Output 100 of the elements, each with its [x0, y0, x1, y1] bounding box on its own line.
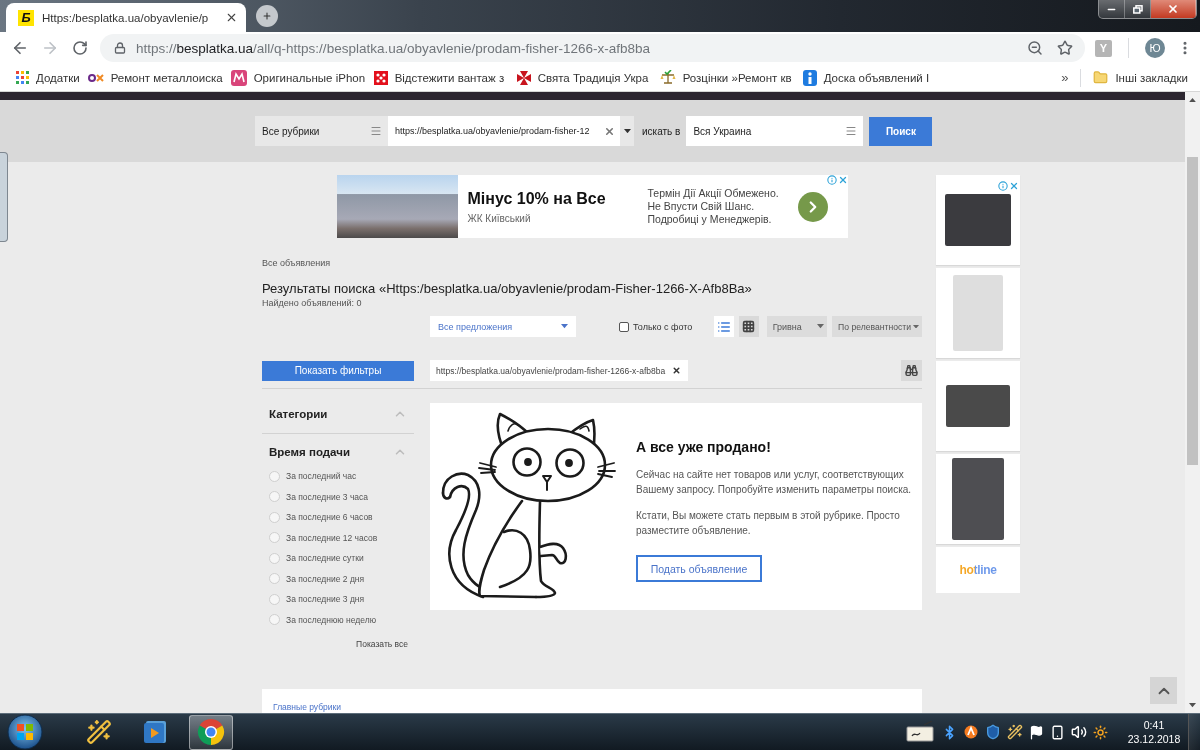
bookmark-star-icon — [1057, 40, 1073, 56]
tab-title: Https:/besplatka.ua/obyavlenie/p — [42, 11, 210, 24]
radio-button[interactable] — [269, 552, 280, 564]
close-icon[interactable] — [1009, 181, 1019, 191]
close-tab-button[interactable] — [225, 11, 238, 24]
restore-icon — [1132, 4, 1143, 14]
antivirus-icon[interactable] — [963, 724, 979, 740]
history-dropdown[interactable] — [620, 116, 634, 146]
ad-card[interactable] — [936, 361, 1020, 451]
ad-card[interactable] — [936, 175, 1020, 265]
radio-button[interactable] — [269, 470, 280, 482]
show-all-link[interactable]: Показать все — [356, 639, 408, 649]
taskbar-app-button[interactable] — [189, 714, 233, 750]
ad-next-button[interactable] — [797, 191, 828, 222]
filter-section-header[interactable]: Время подачи — [262, 441, 414, 463]
region-select[interactable]: Вся Украина — [686, 116, 864, 146]
time-option[interactable]: За последние 3 дня — [262, 589, 414, 610]
caret-up-icon — [1189, 97, 1196, 102]
results-count: Найдено объявлений: 0 — [262, 298, 363, 308]
scales-icon — [659, 70, 676, 85]
list-view-button[interactable] — [714, 316, 734, 337]
zoom-out-icon — [1027, 40, 1043, 56]
caret-icon — [623, 128, 631, 134]
info-tile-icon — [802, 69, 817, 86]
radio-button[interactable] — [269, 532, 280, 544]
apps-grid-icon — [16, 71, 29, 84]
footer-link[interactable]: Главные рубрики — [273, 702, 341, 712]
radio-button[interactable] — [269, 573, 280, 585]
sort-select[interactable]: По релевантности — [832, 316, 922, 337]
time-option[interactable]: За последние 6 часов — [262, 507, 414, 528]
bookmark-link[interactable]: Свята Традиція Укра — [512, 70, 656, 85]
tile-logo-icon — [230, 69, 247, 86]
time-option[interactable]: За последние сутки — [262, 548, 414, 569]
dots-tile-icon — [373, 70, 388, 85]
results-heading: Результаты поиска «Https:/besplatka.ua/obyavlenie/prodam-Fisher-1266-X-Afb8Ba» — [262, 281, 753, 296]
bookmark-link[interactable]: Ремонт металлоиска — [83, 71, 227, 84]
time-option[interactable]: За последний час — [262, 466, 414, 487]
grid-view-button[interactable] — [739, 316, 759, 337]
shield-icon[interactable] — [985, 724, 1001, 740]
time-option[interactable]: За последние 2 дня — [262, 568, 414, 589]
device-icon[interactable] — [1050, 724, 1065, 740]
clock-time[interactable]: 0:41 — [1143, 718, 1165, 732]
list-view-icon — [717, 319, 732, 334]
folder-icon — [1093, 70, 1109, 85]
sun-icon[interactable] — [1093, 724, 1108, 740]
radio-button[interactable] — [269, 593, 280, 605]
pen-tablet-icon[interactable] — [906, 721, 936, 743]
bookmark-link[interactable]: Доска объявлений I — [798, 69, 942, 86]
post-ad-button[interactable]: Подать объявление — [636, 555, 762, 582]
start-button[interactable] — [7, 714, 43, 750]
category-select[interactable]: Все рубрики — [255, 116, 388, 146]
checkbox[interactable] — [619, 321, 630, 332]
bookmark-link[interactable]: Розцінки »Ремонт кв — [655, 70, 799, 85]
bookmark-folder[interactable]: Інші закладки — [1089, 70, 1192, 85]
forward-arrow-icon — [41, 39, 59, 57]
site-favicon: Б — [18, 9, 34, 26]
profile-avatar[interactable]: Ю — [1145, 38, 1165, 58]
ad-card[interactable] — [936, 454, 1020, 544]
clock-date[interactable]: 23.12.2018 — [1127, 732, 1181, 746]
bookmark-link[interactable]: Додатки — [12, 71, 84, 84]
magic-wand-icon[interactable] — [1007, 724, 1023, 740]
ad-subtitle: ЖК Київський — [467, 212, 532, 224]
saved-search-button[interactable] — [901, 360, 922, 381]
ad-banner[interactable]: Мінус 10% на Все ЖК Київський Термін Дії Акції Обмежено. Не Впусти Свій Шанс. Подробиці у Менеджерів. — [336, 175, 848, 238]
time-option[interactable]: За последние 12 часов — [262, 527, 414, 548]
search-field[interactable]: https://besplatka.ua/obyavlenie/prodam-fisher-12 — [388, 116, 620, 146]
breadcrumb-link[interactable]: Все объявления — [262, 258, 922, 268]
volume-icon[interactable] — [1071, 724, 1087, 740]
start-orb-icon — [7, 714, 43, 750]
search-button[interactable]: Поиск — [869, 116, 933, 146]
currency-select[interactable]: Гривна — [766, 316, 828, 337]
filter-section-header[interactable]: Категории — [262, 403, 414, 425]
caret-icon — [561, 324, 569, 329]
time-option[interactable]: За последнюю неделю — [262, 609, 414, 630]
bookmark-link[interactable]: Відстежити вантаж з — [369, 70, 513, 85]
restore-button[interactable] — [1125, 0, 1151, 18]
caret-icon — [817, 324, 825, 329]
minimize-button[interactable] — [1099, 0, 1125, 18]
photo-only-option[interactable]: Только с фото — [619, 321, 693, 332]
browser-tab[interactable]: Б Https:/besplatka.ua/obyavlenie/p — [6, 3, 246, 32]
time-option[interactable]: За последние 3 часа — [262, 486, 414, 507]
bookmark-link[interactable]: Оригинальные iPhon — [226, 69, 370, 86]
remove-icon[interactable] — [672, 366, 682, 375]
close-icon[interactable] — [837, 175, 848, 185]
radio-button[interactable] — [269, 614, 280, 626]
logo-icon — [87, 72, 104, 83]
empty-title: А все уже продано! — [636, 439, 772, 455]
ad-text: Термін Дії Акції Обмежено. Не Впусти Свій Шанс. Подробиці у Менеджерів. — [647, 187, 779, 226]
radio-button[interactable] — [269, 511, 280, 523]
lock-icon — [114, 42, 126, 54]
scrollbar-thumb[interactable] — [1187, 157, 1198, 465]
address-bar[interactable]: https://besplatka.ua/all/q-https://besplatka.ua/obyavlenie/prodam-fisher-1266-x-afb8ba — [100, 34, 1085, 62]
offers-select[interactable]: Все предложения — [430, 316, 577, 337]
menu-lines-icon — [845, 125, 858, 137]
new-tab-button[interactable] — [256, 5, 278, 27]
flag-icon[interactable] — [1029, 724, 1044, 740]
show-filters-button[interactable]: Показать фильтры — [262, 360, 414, 381]
more-bookmarks-button[interactable]: » — [1055, 70, 1075, 85]
scroll-to-top-button[interactable] — [1150, 677, 1177, 704]
radio-button[interactable] — [269, 491, 280, 503]
